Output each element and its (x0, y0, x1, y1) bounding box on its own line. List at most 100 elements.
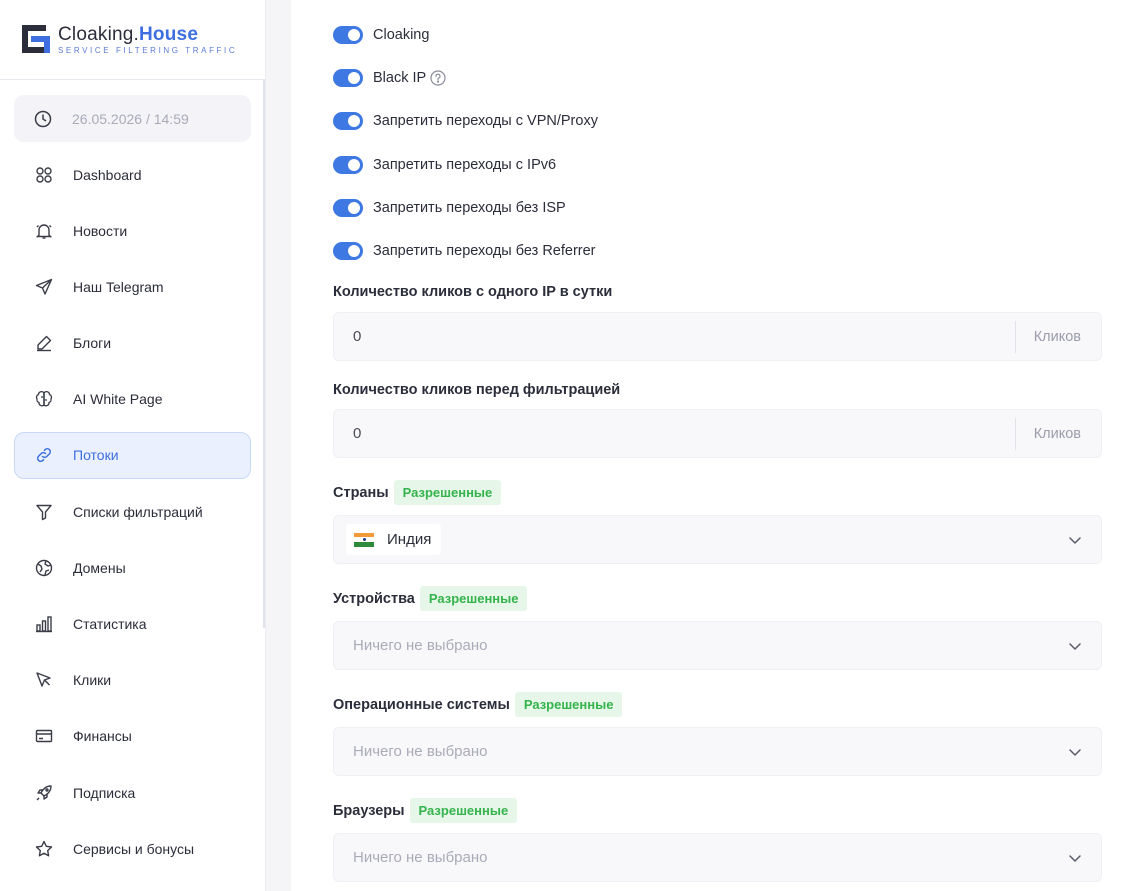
devices-select[interactable]: Ничего не выбрано (333, 621, 1102, 670)
sidebar-item-streams[interactable]: Потоки (14, 431, 251, 479)
browsers-label-text: Браузеры (333, 802, 405, 819)
sidebar-item-label: Домены (73, 559, 126, 576)
sidebar-item-label: Потоки (73, 447, 119, 464)
telegram-icon (35, 278, 53, 296)
toggle-row-black-ip: Black IP (333, 68, 446, 88)
toggle-row-ipv6: Запретить переходы с IPv6 (333, 155, 556, 175)
toggle-row-vpn-proxy: Запретить переходы с VPN/Proxy (333, 111, 598, 131)
browsers-select[interactable]: Ничего не выбрано (333, 833, 1102, 882)
clicks-before-filter-label: Количество кликов перед фильтрацией (333, 382, 621, 398)
sidebar-item-label: Статистика (73, 616, 147, 632)
os-allowed-badge[interactable]: Разрешенные (514, 692, 623, 717)
toggle-label: Запретить переходы с IPv6 (373, 157, 557, 173)
sidebar-item-label: Блоги (73, 335, 112, 352)
datetime-box: 26.05.2026 / 14:59 (14, 95, 251, 142)
sidebar-item-telegram[interactable]: Наш Telegram (14, 263, 251, 310)
os-label: Операционные системы Разрешенные (333, 692, 623, 717)
country-chip-label: Индия (387, 531, 432, 548)
sidebar-item-label: Новости (73, 222, 128, 239)
devices-label-text: Устройства (333, 590, 415, 607)
sidebar-divider (0, 79, 266, 80)
sidebar-item-label: Подписка (73, 784, 136, 801)
os-label-text: Операционные системы (333, 696, 510, 713)
toggle-label: Запретить переходы с VPN/Proxy (373, 113, 598, 129)
globe-icon (35, 559, 53, 577)
toggle-label: Black IP (373, 70, 427, 86)
sidebar-nav: Dashboard Новости Наш Telegram Блоги AI … (14, 151, 251, 881)
clicks-per-ip-suffix: Кликов (1014, 320, 1101, 353)
chevron-down-icon[interactable] (1067, 850, 1083, 866)
countries-allowed-badge[interactable]: Разрешенные (393, 480, 502, 505)
countries-select[interactable]: Индия (333, 515, 1102, 564)
sidebar-scrollbar[interactable] (263, 80, 265, 628)
card-icon (35, 727, 53, 745)
cloaking-toggle[interactable] (333, 26, 363, 44)
black-ip-toggle[interactable] (333, 69, 363, 87)
sidebar-item-label: AI White Page (73, 391, 163, 408)
india-flag-icon (354, 532, 374, 547)
country-chip[interactable]: Индия (346, 524, 442, 555)
toggle-row-no-referrer: Запретить переходы без Referrer (333, 241, 596, 261)
clicks-before-filter-input[interactable]: 0 Кликов (333, 409, 1102, 458)
sidebar: Cloaking.House SERVICE FILTERING TRAFFIC… (0, 0, 266, 891)
sidebar-item-statistics[interactable]: Статистика (14, 601, 251, 648)
chevron-down-icon[interactable] (1067, 744, 1083, 760)
brand-tagline: SERVICE FILTERING TRAFFIC (58, 46, 238, 55)
block-ipv6-toggle[interactable] (333, 156, 363, 174)
datetime-text: 26.05.2026 / 14:59 (72, 110, 189, 127)
sidebar-item-clicks[interactable]: Клики (14, 657, 251, 704)
rocket-icon (35, 784, 53, 802)
bell-icon (35, 222, 53, 240)
browsers-placeholder: Ничего не выбрано (353, 849, 488, 866)
browsers-label: Браузеры Разрешенные (333, 798, 518, 823)
star-icon (35, 840, 53, 858)
brand-name: Cloaking.House (58, 24, 199, 45)
toggle-row-no-isp: Запретить переходы без ISP (333, 198, 566, 218)
toggle-row-cloaking: Cloaking (333, 25, 429, 45)
logo-icon (22, 23, 50, 57)
devices-allowed-badge[interactable]: Разрешенные (419, 586, 528, 611)
sidebar-item-label: Списки фильтраций (73, 503, 203, 520)
block-no-isp-toggle[interactable] (333, 199, 363, 217)
sidebar-item-label: Dashboard (73, 166, 142, 183)
logo[interactable]: Cloaking.House SERVICE FILTERING TRAFFIC (22, 20, 242, 60)
sidebar-item-finance[interactable]: Финансы (14, 713, 251, 760)
cursor-icon (35, 671, 53, 689)
toggle-label: Запретить переходы без ISP (373, 200, 566, 216)
help-icon[interactable] (430, 70, 446, 86)
toggle-label: Cloaking (373, 27, 430, 43)
sidebar-item-services-bonuses[interactable]: Сервисы и бонусы (14, 825, 251, 872)
devices-label: Устройства Разрешенные (333, 586, 528, 611)
stream-settings-panel: Cloaking Black IP Запретить переходы с V… (291, 0, 1129, 891)
chart-icon (35, 615, 53, 633)
clock-icon (34, 110, 52, 128)
os-placeholder: Ничего не выбрано (353, 743, 488, 760)
clicks-before-filter-suffix: Кликов (1014, 417, 1101, 450)
brain-icon (35, 390, 53, 408)
sidebar-item-subscription[interactable]: Подписка (14, 769, 251, 816)
sidebar-item-blogs[interactable]: Блоги (14, 320, 251, 367)
block-no-referrer-toggle[interactable] (333, 242, 363, 260)
countries-label-text: Страны (333, 484, 389, 501)
chevron-down-icon[interactable] (1067, 532, 1083, 548)
sidebar-item-ai-white-page[interactable]: AI White Page (14, 376, 251, 423)
sidebar-item-dashboard[interactable]: Dashboard (14, 151, 251, 198)
os-select[interactable]: Ничего не выбрано (333, 727, 1102, 776)
dashboard-icon (35, 166, 53, 184)
sidebar-item-label: Наш Telegram (73, 278, 164, 295)
clicks-per-ip-input[interactable]: 0 Кликов (333, 312, 1102, 361)
sidebar-item-news[interactable]: Новости (14, 207, 251, 254)
sidebar-item-filter-lists[interactable]: Списки фильтраций (14, 488, 251, 535)
toggle-label: Запретить переходы без Referrer (373, 243, 596, 259)
pencil-icon (35, 334, 53, 352)
chevron-down-icon[interactable] (1067, 638, 1083, 654)
clicks-per-ip-label: Количество кликов с одного IP в сутки (333, 284, 613, 300)
countries-label: Страны Разрешенные (333, 480, 502, 505)
devices-placeholder: Ничего не выбрано (353, 637, 488, 654)
link-icon (35, 446, 53, 464)
sidebar-item-label: Финансы (73, 728, 132, 745)
filter-icon (35, 503, 53, 521)
block-vpn-proxy-toggle[interactable] (333, 112, 363, 130)
browsers-allowed-badge[interactable]: Разрешенные (409, 798, 518, 823)
sidebar-item-domains[interactable]: Домены (14, 544, 251, 591)
